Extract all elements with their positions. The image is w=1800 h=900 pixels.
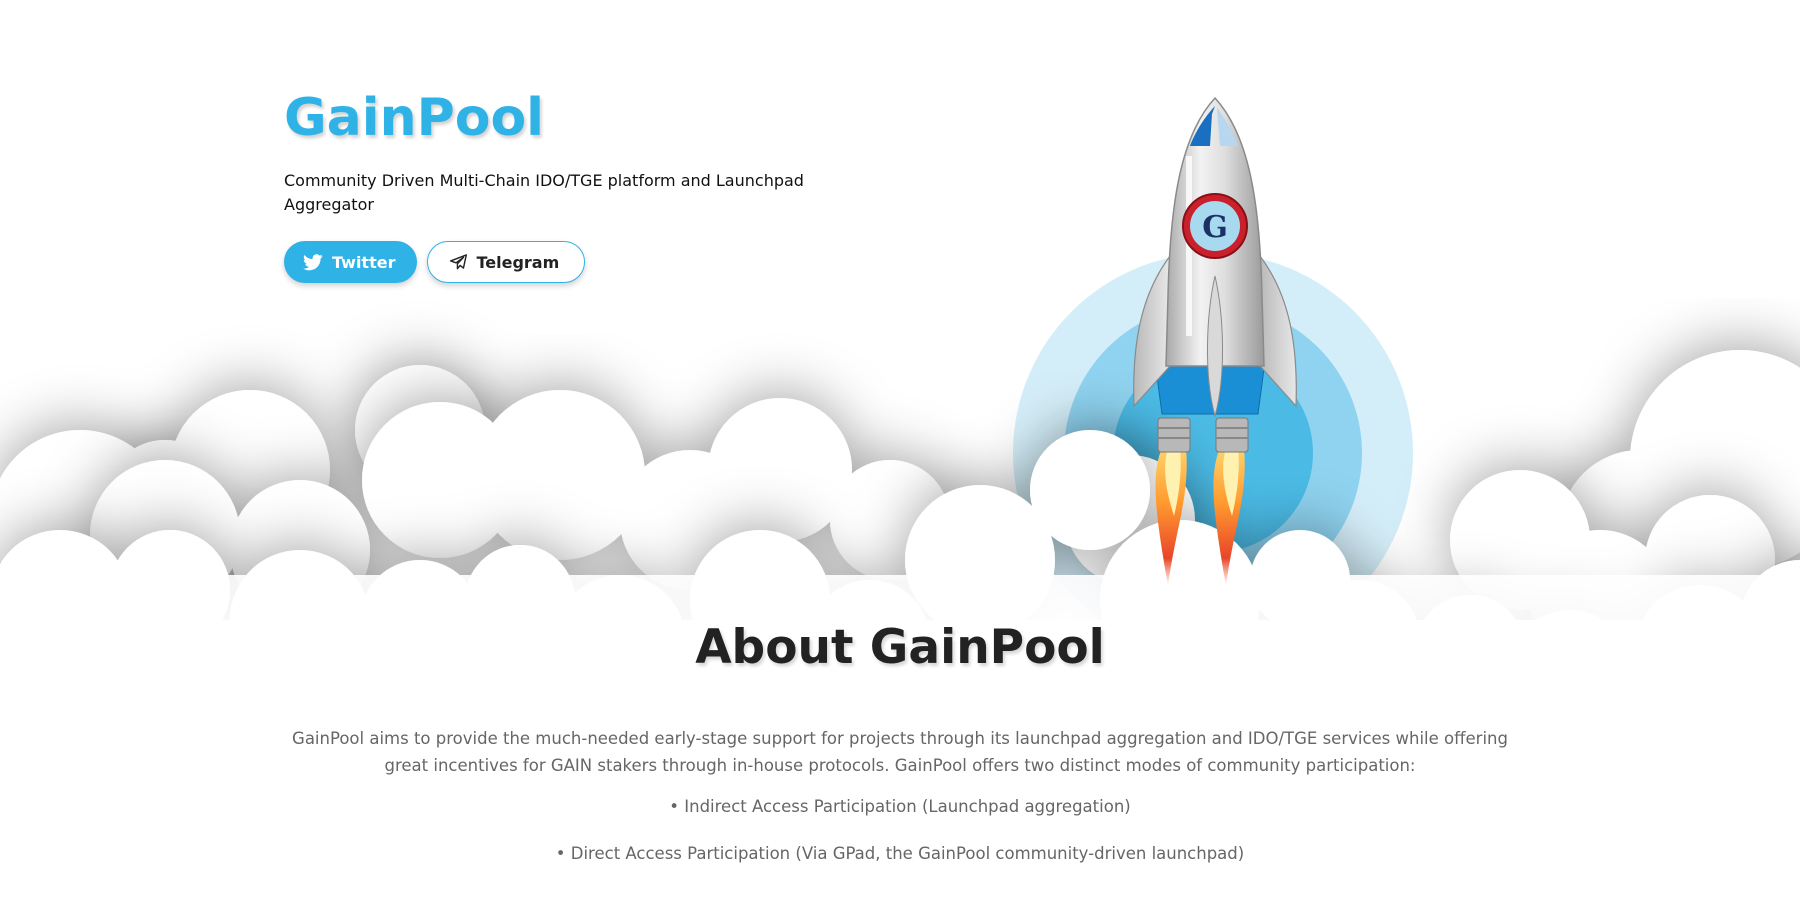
rocket-engines [1157, 417, 1249, 453]
landing-page: G GainPool Community Driven Multi-Chain … [0, 0, 1800, 900]
rocket-fin-right [1259, 254, 1297, 408]
rocket-flames [1155, 448, 1245, 586]
gainpool-logo-icon: G [1182, 193, 1248, 259]
brand-title: GainPool [284, 88, 544, 148]
telegram-button[interactable]: Telegram [427, 241, 586, 283]
participation-modes-list: • Indirect Access Participation (Launchp… [0, 793, 1800, 867]
telegram-button-label: Telegram [476, 252, 560, 272]
about-description: GainPool aims to provide the much-needed… [292, 729, 1508, 775]
list-item: • Indirect Access Participation (Launchp… [669, 797, 1131, 816]
social-buttons: Twitter Telegram [284, 241, 844, 283]
twitter-bird-icon [303, 253, 323, 270]
list-item: • Direct Access Participation (Via GPad,… [555, 844, 1245, 863]
svg-text:G: G [1202, 210, 1228, 245]
rocket-illustration: G [1133, 96, 1297, 586]
about-section: About GainPool GainPool aims to provide … [0, 616, 1800, 887]
twitter-button-label: Twitter [332, 252, 396, 272]
hero-section: GainPool Community Driven Multi-Chain ID… [284, 85, 844, 283]
about-title: About GainPool [695, 620, 1105, 675]
paper-plane-icon [450, 254, 468, 270]
twitter-button[interactable]: Twitter [284, 241, 418, 283]
hero-tagline: Community Driven Multi-Chain IDO/TGE pla… [284, 171, 804, 214]
